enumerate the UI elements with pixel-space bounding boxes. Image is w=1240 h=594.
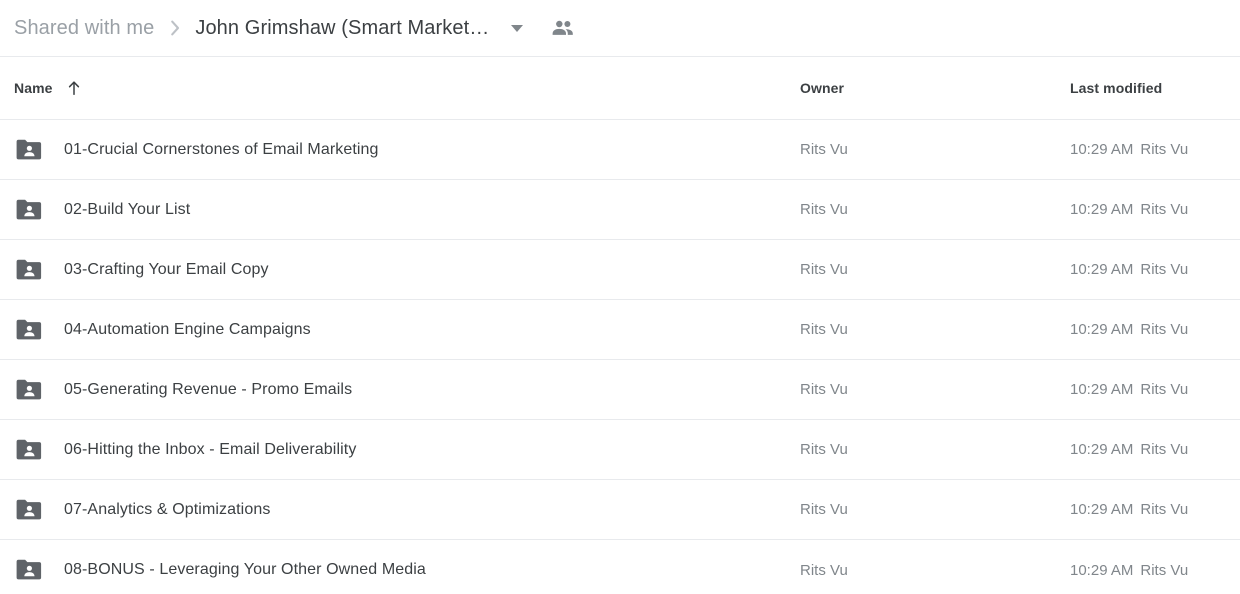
file-last-modified: 10:29 AM Rits Vu	[1070, 441, 1188, 458]
column-header-name[interactable]: Name	[14, 80, 81, 96]
file-last-modified: 10:29 AM Rits Vu	[1070, 141, 1188, 158]
shared-folder-icon	[14, 557, 44, 583]
shared-folder-icon	[14, 137, 44, 163]
table-row[interactable]: 06-Hitting the Inbox - Email Deliverabil…	[0, 420, 1240, 480]
file-name[interactable]: 04-Automation Engine Campaigns	[64, 321, 311, 339]
breadcrumb-root-link[interactable]: Shared with me	[14, 17, 154, 40]
file-last-modified: 10:29 AM Rits Vu	[1070, 501, 1188, 518]
file-modified-time: 10:29 AM	[1070, 321, 1134, 338]
file-modified-by: Rits Vu	[1140, 501, 1189, 518]
table-row[interactable]: 02-Build Your List Rits Vu 10:29 AM Rits …	[0, 180, 1240, 240]
file-name[interactable]: 02-Build Your List	[64, 201, 190, 219]
breadcrumb-bar: Shared with me John Grimshaw (Smart Mark…	[0, 0, 1240, 57]
people-shared-icon[interactable]	[551, 19, 575, 37]
file-modified-by: Rits Vu	[1140, 381, 1189, 398]
file-modified-time: 10:29 AM	[1070, 141, 1134, 158]
file-last-modified: 10:29 AM Rits Vu	[1070, 562, 1188, 579]
file-modified-time: 10:29 AM	[1070, 261, 1134, 278]
table-row[interactable]: 04-Automation Engine Campaigns Rits Vu 1…	[0, 300, 1240, 360]
table-row[interactable]: 08-BONUS - Leveraging Your Other Owned M…	[0, 540, 1240, 594]
file-name[interactable]: 08-BONUS - Leveraging Your Other Owned M…	[64, 561, 426, 579]
file-modified-time: 10:29 AM	[1070, 501, 1134, 518]
file-modified-time: 10:29 AM	[1070, 561, 1134, 579]
file-list: 01-Crucial Cornerstones of Email Marketi…	[0, 120, 1240, 594]
file-last-modified: 10:29 AM Rits Vu	[1070, 381, 1188, 398]
shared-folder-icon	[14, 437, 44, 463]
file-modified-by: Rits Vu	[1140, 201, 1189, 218]
file-modified-time: 10:29 AM	[1070, 441, 1134, 458]
file-name[interactable]: 01-Crucial Cornerstones of Email Marketi…	[64, 141, 379, 159]
file-modified-by: Rits Vu	[1140, 441, 1189, 458]
column-header-name-label: Name	[14, 80, 53, 96]
table-row[interactable]: 03-Crafting Your Email Copy Rits Vu 10:2…	[0, 240, 1240, 300]
table-row[interactable]: 07-Analytics & Optimizations Rits Vu 10:…	[0, 480, 1240, 540]
file-name[interactable]: 06-Hitting the Inbox - Email Deliverabil…	[64, 441, 356, 459]
shared-folder-icon	[14, 497, 44, 523]
file-last-modified: 10:29 AM Rits Vu	[1070, 261, 1188, 278]
file-modified-by: Rits Vu	[1140, 561, 1189, 579]
file-last-modified: 10:29 AM Rits Vu	[1070, 321, 1188, 338]
file-owner: Rits Vu	[800, 441, 848, 458]
breadcrumb-current-folder[interactable]: John Grimshaw (Smart Market…	[195, 17, 489, 40]
file-owner: Rits Vu	[800, 261, 848, 278]
file-modified-by: Rits Vu	[1140, 321, 1189, 338]
file-owner: Rits Vu	[800, 561, 848, 579]
shared-folder-icon	[14, 257, 44, 283]
file-owner: Rits Vu	[800, 321, 848, 338]
shared-folder-icon	[14, 197, 44, 223]
chevron-right-icon	[169, 18, 182, 38]
file-name[interactable]: 03-Crafting Your Email Copy	[64, 261, 269, 279]
file-name[interactable]: 07-Analytics & Optimizations	[64, 501, 270, 519]
column-header-last-modified[interactable]: Last modified	[1070, 80, 1162, 96]
table-row[interactable]: 01-Crucial Cornerstones of Email Marketi…	[0, 120, 1240, 180]
file-modified-by: Rits Vu	[1140, 261, 1189, 278]
chevron-down-icon[interactable]	[511, 24, 524, 32]
table-row[interactable]: 05-Generating Revenue - Promo Emails Rit…	[0, 360, 1240, 420]
column-header-row: Name Owner Last modified	[0, 57, 1240, 120]
file-name[interactable]: 05-Generating Revenue - Promo Emails	[64, 381, 352, 399]
arrow-up-icon[interactable]	[67, 80, 81, 96]
file-modified-by: Rits Vu	[1140, 141, 1189, 158]
file-owner: Rits Vu	[800, 141, 848, 158]
file-last-modified: 10:29 AM Rits Vu	[1070, 201, 1188, 218]
file-owner: Rits Vu	[800, 381, 848, 398]
file-modified-time: 10:29 AM	[1070, 381, 1134, 398]
shared-folder-icon	[14, 317, 44, 343]
column-header-owner[interactable]: Owner	[800, 80, 844, 96]
file-owner: Rits Vu	[800, 501, 848, 518]
shared-folder-icon	[14, 377, 44, 403]
file-modified-time: 10:29 AM	[1070, 201, 1134, 218]
file-owner: Rits Vu	[800, 201, 848, 218]
